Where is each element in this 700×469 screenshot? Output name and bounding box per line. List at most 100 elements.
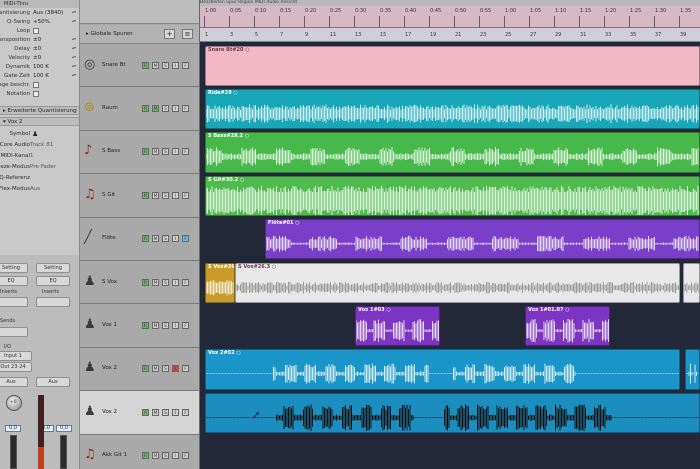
- track-name[interactable]: Raum: [102, 105, 136, 111]
- inspector-param-row[interactable]: Lage beschr.: [0, 81, 79, 89]
- solo-button[interactable]: S: [162, 322, 169, 330]
- input-monitor-button[interactable]: I: [172, 408, 179, 416]
- record-enable-button[interactable]: R: [142, 278, 149, 286]
- input-monitor-button[interactable]: I: [172, 278, 179, 286]
- stepper-icon[interactable]: ▴▾: [72, 37, 77, 43]
- solo-button[interactable]: S: [162, 191, 169, 199]
- track-param-value[interactable]: Aus: [30, 185, 40, 193]
- audio-region[interactable]: Vox 2#02 ○: [205, 349, 680, 390]
- freeze-button[interactable]: F: [182, 105, 189, 113]
- track-header[interactable]: ♫ S Git R M S I F: [80, 174, 199, 218]
- input-monitor-button[interactable]: I: [172, 148, 179, 156]
- timeline-ruler[interactable]: 1:00 0:05 0:10 0:15 0:20 0:25 0:30 0:35 0:40 0:45…: [200, 6, 700, 28]
- freeze-button[interactable]: F: [182, 452, 189, 460]
- solo-button[interactable]: S: [162, 365, 169, 373]
- record-enable-button[interactable]: R: [142, 408, 149, 416]
- inspector-param-row[interactable]: Notation: [0, 90, 79, 98]
- track-name[interactable]: S Vox: [102, 279, 136, 285]
- track-menu-button[interactable]: ≡: [182, 29, 193, 39]
- record-enable-button[interactable]: R: [142, 105, 149, 113]
- input-monitor-button[interactable]: I: [172, 61, 179, 69]
- input-monitor-button[interactable]: I: [172, 235, 179, 243]
- track-lane[interactable]: [200, 434, 700, 469]
- track-name[interactable]: Vox 2: [102, 409, 136, 415]
- audio-region[interactable]: Vox 1#03 ○: [355, 305, 440, 347]
- audio-region[interactable]: S Git#30.2 ○: [205, 175, 700, 217]
- inspector-param-row[interactable]: Delay ±0 ▴▾: [0, 45, 79, 53]
- track-param-row[interactable]: Freeze-ModusPre-Fader: [0, 163, 79, 171]
- input-select[interactable]: Input 1: [0, 351, 32, 361]
- freeze-button[interactable]: F: [182, 278, 189, 286]
- input-monitor-button[interactable]: I: [172, 191, 179, 199]
- input-monitor-button[interactable]: I: [172, 365, 179, 373]
- inspector-param-row[interactable]: Q-Swing +50% ▴▾: [0, 18, 79, 26]
- param-value[interactable]: Aus (3840): [33, 9, 63, 17]
- stepper-icon[interactable]: ▴▾: [72, 64, 77, 70]
- track-name[interactable]: S Git: [102, 192, 136, 198]
- solo-button[interactable]: S: [162, 408, 169, 416]
- track-param-row[interactable]: Flex-Modus Aus: [0, 185, 79, 193]
- audio-region[interactable]: S Bass#28.2 ○: [205, 132, 700, 173]
- record-enable-button[interactable]: R: [142, 365, 149, 373]
- track-header[interactable]: ♟ S Vox R M S I F: [80, 261, 199, 305]
- stepper-icon[interactable]: ▴▾: [72, 46, 77, 52]
- audio-region[interactable]: S Vox#26.3 ○: [235, 262, 680, 303]
- mute-button[interactable]: M: [152, 148, 159, 156]
- param-value[interactable]: ±0: [33, 45, 41, 53]
- inspector-param-row[interactable]: Transposition±0 ▴▾: [0, 36, 79, 44]
- track-name-section[interactable]: ▾ Vox 2: [0, 117, 79, 126]
- audio-region[interactable]: [205, 392, 700, 434]
- audio-region[interactable]: [682, 262, 700, 303]
- param-value[interactable]: 100 K: [33, 63, 49, 71]
- stepper-icon[interactable]: ▴▾: [72, 10, 77, 16]
- mute-button[interactable]: M: [152, 105, 159, 113]
- solo-button[interactable]: S: [162, 235, 169, 243]
- audio-region[interactable]: Vox 1#01.07 ○: [525, 305, 610, 347]
- track-param-value[interactable]: Track 81: [30, 141, 53, 149]
- mute-button[interactable]: M: [152, 61, 159, 69]
- track-name[interactable]: S Bass: [102, 148, 136, 154]
- record-enable-button[interactable]: R: [142, 191, 149, 199]
- record-enable-button[interactable]: R: [142, 148, 149, 156]
- track-name[interactable]: Snare Bt: [102, 62, 136, 68]
- param-value[interactable]: ±0: [33, 36, 41, 44]
- record-enable-button[interactable]: R: [142, 61, 149, 69]
- stepper-icon[interactable]: ▴▾: [72, 73, 77, 79]
- param-checkbox[interactable]: [33, 28, 39, 34]
- audio-region[interactable]: Snare Bt#20 ○: [205, 45, 700, 86]
- freeze-button[interactable]: F: [182, 408, 189, 416]
- input-monitor-button[interactable]: I: [172, 105, 179, 113]
- inspector-param-row[interactable]: Loop: [0, 27, 79, 35]
- setting-button-left[interactable]: Setting: [0, 263, 28, 273]
- send-slot[interactable]: [0, 327, 28, 337]
- track-param-row[interactable]: Q-Referenz: [0, 174, 79, 182]
- track-param-row[interactable]: Core Audio Track 81: [0, 141, 79, 149]
- track-param-value[interactable]: Pre-Fader: [30, 163, 56, 171]
- track-param-row[interactable]: MIDI-Kanal 1: [0, 152, 79, 160]
- volume-fader-left[interactable]: [10, 435, 17, 469]
- inspector-param-row[interactable]: Gate-Zeit 100 K ▴▾: [0, 72, 79, 80]
- inspector-param-row[interactable]: QuantisierungAus (3840) ▴▾: [0, 9, 79, 17]
- track-header[interactable]: ♫ Akk Git 1 RMSIF: [80, 434, 199, 469]
- volume-fader-right[interactable]: [60, 435, 67, 469]
- solo-button[interactable]: S: [162, 278, 169, 286]
- setting-button-right[interactable]: Setting: [36, 263, 70, 273]
- param-value[interactable]: 100 K: [33, 72, 49, 80]
- audio-region[interactable]: Flöte#01 ○: [265, 219, 700, 260]
- mute-button[interactable]: M: [152, 408, 159, 416]
- singer-icon[interactable]: ♟: [32, 130, 38, 138]
- insert-slot-right[interactable]: [36, 297, 70, 307]
- advanced-quantize-section[interactable]: ▸ Erweiterte Quantisierung: [0, 106, 79, 115]
- freeze-button[interactable]: F: [182, 235, 189, 243]
- automation-mode-right[interactable]: Aus: [36, 377, 70, 387]
- track-lane[interactable]: [200, 304, 700, 348]
- bar-ruler[interactable]: 1 3 5 7 9 11 13 15 17 19 21 23 25 27 29 31 33 35 37 39: [200, 28, 700, 42]
- track-header[interactable]: ♪ S Bass R M S I F: [80, 130, 199, 175]
- freeze-button[interactable]: F: [182, 148, 189, 156]
- track-name[interactable]: Vox 1: [102, 322, 136, 328]
- track-header[interactable]: ◎ Snare Bt R M S I F: [80, 44, 199, 88]
- record-enable-button[interactable]: R: [142, 452, 149, 460]
- add-track-button[interactable]: +: [164, 29, 175, 39]
- freeze-button[interactable]: F: [182, 191, 189, 199]
- audio-region[interactable]: Ride#29 ○: [205, 88, 700, 130]
